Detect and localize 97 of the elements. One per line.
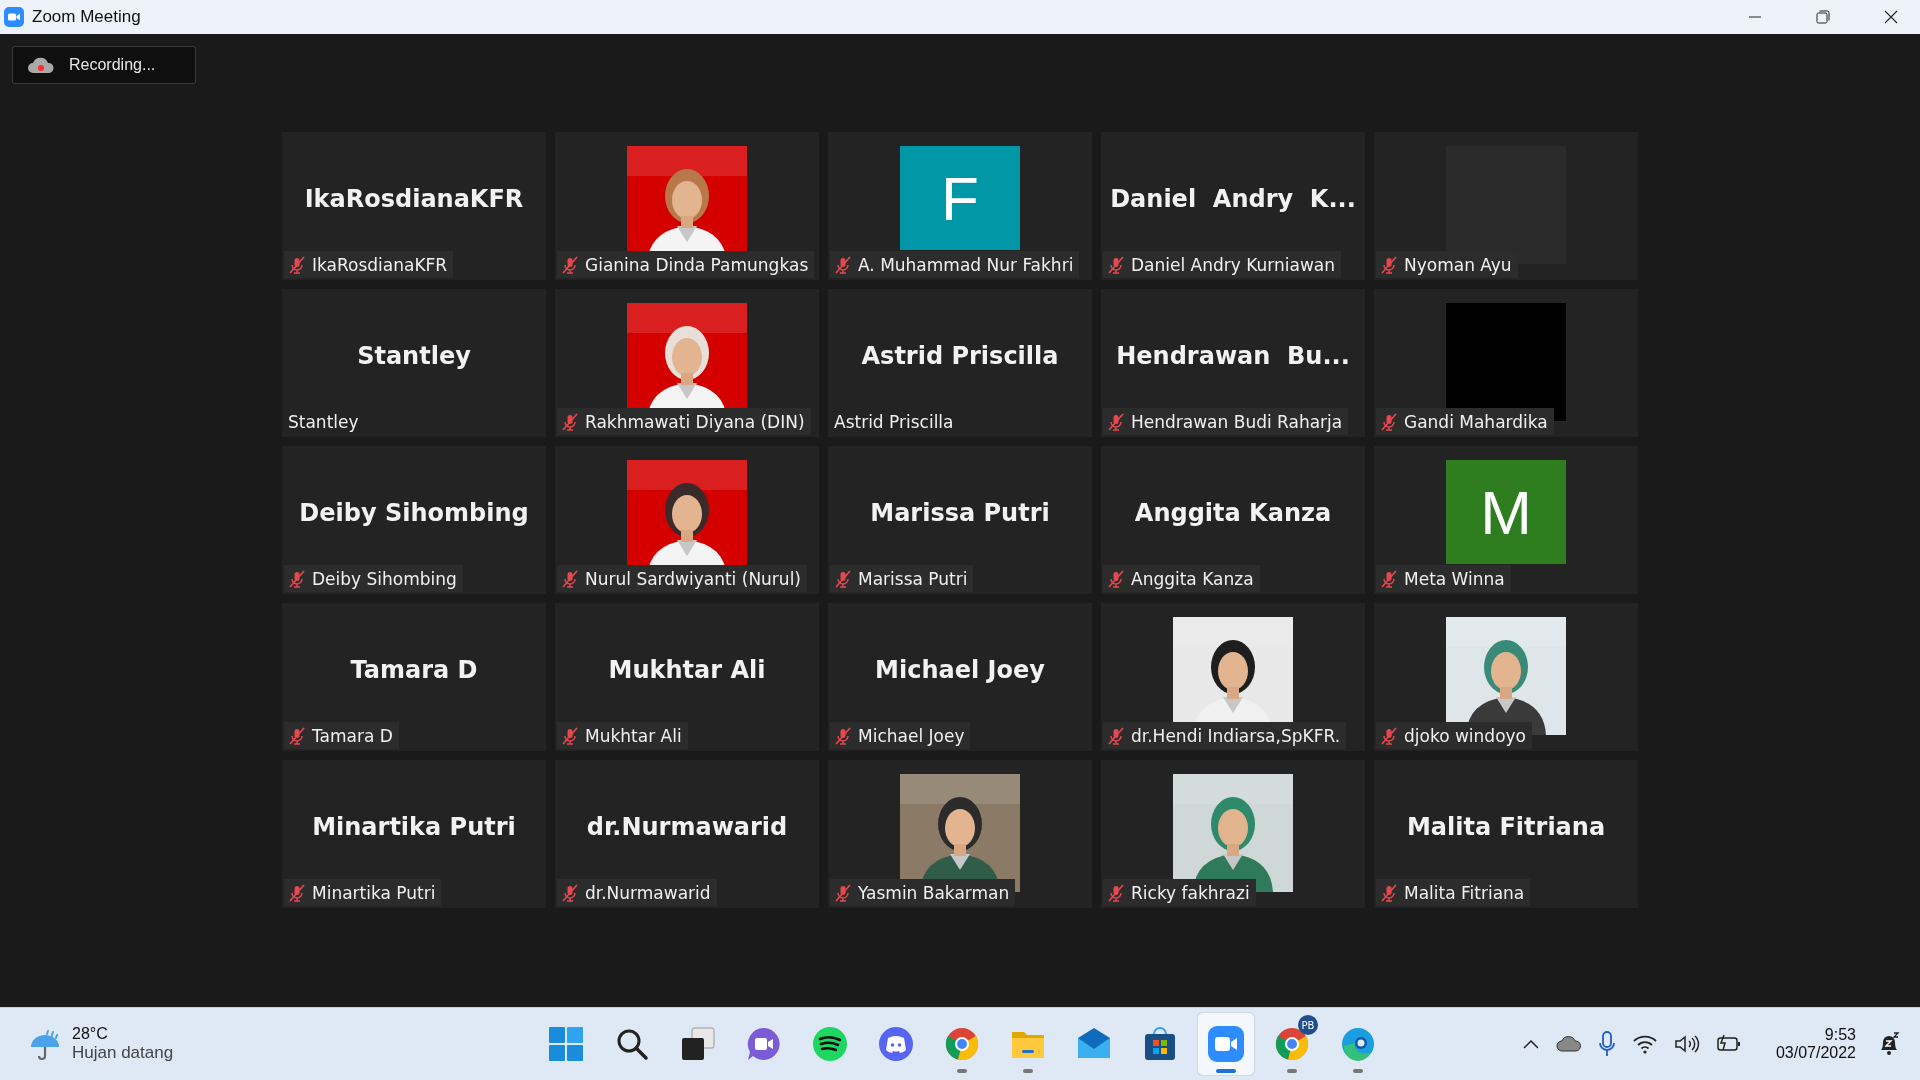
participant-name: Gandi Mahardika bbox=[1404, 411, 1548, 432]
close-icon[interactable] bbox=[1884, 10, 1898, 24]
taskbar-app-button[interactable]: PB bbox=[1264, 1013, 1320, 1075]
participant-display-name: IkaRosdianaKFR bbox=[304, 185, 524, 213]
video-tile[interactable]: Mukhtar Ali Mukhtar Ali bbox=[555, 603, 819, 751]
chevron-up-icon[interactable] bbox=[1521, 1038, 1540, 1050]
video-tile[interactable]: Deiby Sihombing Deiby Sihombing bbox=[282, 446, 546, 594]
participant-name: dr.Nurmawarid bbox=[585, 882, 711, 903]
participant-name: Marissa Putri bbox=[858, 568, 968, 589]
video-tile[interactable]: dr.Nurmawarid dr.Nurmawarid bbox=[555, 760, 819, 908]
discord-icon bbox=[878, 1026, 914, 1062]
participant-name: Daniel Andry Kurniawan bbox=[1131, 254, 1336, 275]
video-tile[interactable]: Marissa Putri Marissa Putri bbox=[828, 446, 1092, 594]
participant-display-name: Daniel Andry K... bbox=[1110, 185, 1356, 213]
video-tile[interactable]: Tamara D Tamara D bbox=[282, 603, 546, 751]
avatar-letter: F bbox=[941, 162, 979, 234]
video-tile[interactable]: Nyoman Ayu bbox=[1374, 132, 1638, 280]
participant-name: Michael Joey bbox=[858, 725, 965, 746]
participant-display-name: Marissa Putri bbox=[870, 499, 1050, 527]
participant-display-name: Minartika Putri bbox=[312, 813, 516, 841]
participant-name: Mukhtar Ali bbox=[585, 725, 682, 746]
chat-camera-icon bbox=[746, 1026, 782, 1062]
video-tile[interactable]: M Meta Winna bbox=[1374, 446, 1638, 594]
chrome-icon bbox=[944, 1026, 980, 1062]
participant-name: Minartika Putri bbox=[312, 882, 436, 903]
video-tile[interactable]: Michael Joey Michael Joey bbox=[828, 603, 1092, 751]
video-tile[interactable]: Ricky fakhrazi bbox=[1101, 760, 1365, 908]
participant-name: Ricky fakhrazi bbox=[1131, 882, 1250, 903]
battery-charging-icon[interactable] bbox=[1715, 1034, 1742, 1054]
participant-name: IkaRosdianaKFR bbox=[312, 254, 448, 275]
participant-name: Meta Winna bbox=[1404, 568, 1505, 589]
video-tile[interactable]: Gianina Dinda Pamungkas bbox=[555, 132, 819, 280]
umbrella-rain-icon bbox=[28, 1027, 62, 1061]
restore-icon[interactable] bbox=[1816, 10, 1830, 24]
participant-name: Rakhmawati Diyana (DIN) bbox=[585, 411, 805, 432]
participant-name: Gianina Dinda Pamungkas bbox=[585, 254, 809, 275]
video-tile[interactable]: Hendrawan Bu... Hendrawan Budi Raharja bbox=[1101, 289, 1365, 437]
video-tile[interactable]: Minartika Putri Minartika Putri bbox=[282, 760, 546, 908]
video-tile[interactable]: Gandi Mahardika bbox=[1374, 289, 1638, 437]
participant-name: Malita Fitriana bbox=[1404, 882, 1525, 903]
participant-name: Deiby Sihombing bbox=[312, 568, 457, 589]
participant-name: Astrid Priscilla bbox=[834, 411, 954, 432]
microphone-icon[interactable] bbox=[1597, 1031, 1616, 1057]
video-tile[interactable]: Stantley Stantley bbox=[282, 289, 546, 437]
participant-name: Hendrawan Budi Raharja bbox=[1131, 411, 1343, 432]
video-tile[interactable]: Astrid Priscilla Astrid Priscilla bbox=[828, 289, 1092, 437]
video-tile[interactable]: Daniel Andry K... Daniel Andry Kurniawan bbox=[1101, 132, 1365, 280]
participant-display-name: Deiby Sihombing bbox=[299, 499, 529, 527]
store-bag-icon bbox=[1142, 1026, 1178, 1062]
windows-logo-icon bbox=[548, 1026, 584, 1062]
participant-display-name: Malita Fitriana bbox=[1406, 813, 1606, 841]
participant-name: Yasmin Bakarman bbox=[858, 882, 1010, 903]
participant-name: Tamara D bbox=[312, 725, 393, 746]
participant-name: djoko windoyo bbox=[1404, 725, 1526, 746]
video-tile[interactable]: dr.Hendi Indiarsa,SpKFR. bbox=[1101, 603, 1365, 751]
weather-condition: Hujan datang bbox=[72, 1043, 174, 1063]
temperature: 28°C bbox=[72, 1025, 109, 1043]
clock-date[interactable]: 03/07/2022 bbox=[1775, 1044, 1856, 1062]
video-camera-icon bbox=[1208, 1026, 1244, 1062]
video-camera-icon bbox=[4, 7, 24, 27]
video-tile[interactable]: Rakhmawati Diyana (DIN) bbox=[555, 289, 819, 437]
participant-name: dr.Hendi Indiarsa,SpKFR. bbox=[1131, 725, 1341, 746]
clock-time[interactable]: 9:53 bbox=[1824, 1026, 1856, 1044]
participant-display-name: Stantley bbox=[357, 342, 471, 370]
participant-display-name: dr.Nurmawarid bbox=[586, 813, 788, 841]
speaker-icon[interactable] bbox=[1673, 1034, 1700, 1054]
video-tile[interactable]: Yasmin Bakarman bbox=[828, 760, 1092, 908]
participant-display-name: Astrid Priscilla bbox=[861, 342, 1059, 370]
recording-indicator[interactable]: Recording... bbox=[12, 46, 196, 84]
participant-display-name: Tamara D bbox=[350, 656, 478, 684]
avatar-letter: M bbox=[1480, 476, 1532, 548]
profile-badge: PB bbox=[1298, 1015, 1318, 1035]
recording-label: Recording... bbox=[69, 56, 156, 74]
cloud-icon[interactable] bbox=[1555, 1035, 1582, 1053]
participant-name: Nurul Sardwiyanti (Nurul) bbox=[585, 568, 801, 589]
recording-cloud-icon bbox=[27, 55, 55, 75]
wifi-icon[interactable] bbox=[1631, 1034, 1658, 1054]
participant-display-name: Mukhtar Ali bbox=[608, 656, 766, 684]
participant-name: Stantley bbox=[288, 411, 359, 432]
video-tile[interactable]: F A. Muhammad Nur Fakhri bbox=[828, 132, 1092, 280]
stacked-windows-icon bbox=[680, 1026, 716, 1062]
participant-display-name: Anggita Kanza bbox=[1134, 499, 1332, 527]
participant-name: Anggita Kanza bbox=[1131, 568, 1254, 589]
video-tile[interactable]: djoko windoyo bbox=[1374, 603, 1638, 751]
participant-display-name: Hendrawan Bu... bbox=[1116, 342, 1350, 370]
spotify-icon bbox=[812, 1026, 848, 1062]
bell-sleep-icon[interactable] bbox=[1878, 1032, 1900, 1056]
edge-icon bbox=[1340, 1026, 1376, 1062]
participant-name: Nyoman Ayu bbox=[1404, 254, 1512, 275]
participant-display-name: Michael Joey bbox=[875, 656, 1045, 684]
video-tile[interactable]: IkaRosdianaKFR IkaRosdianaKFR bbox=[282, 132, 546, 280]
video-tile[interactable]: Anggita Kanza Anggita Kanza bbox=[1101, 446, 1365, 594]
participant-name: A. Muhammad Nur Fakhri bbox=[858, 254, 1074, 275]
video-tile[interactable]: Nurul Sardwiyanti (Nurul) bbox=[555, 446, 819, 594]
search-icon bbox=[615, 1027, 649, 1061]
window-title: Zoom Meeting bbox=[32, 7, 141, 27]
video-tile[interactable]: Malita Fitriana Malita Fitriana bbox=[1374, 760, 1638, 908]
